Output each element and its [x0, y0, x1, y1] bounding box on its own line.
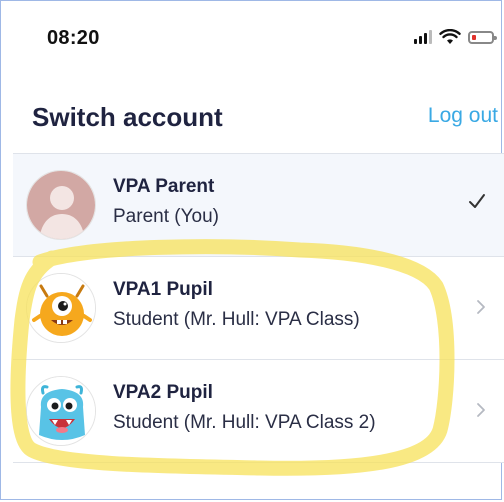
account-row-vpa1-pupil[interactable]: VPA1 Pupil Student (Mr. Hull: VPA Class): [13, 257, 504, 360]
account-list: VPA Parent Parent (You) VPA1 Pupil Stude…: [13, 153, 504, 463]
battery-low-icon: [468, 30, 497, 44]
account-name: VPA Parent: [113, 176, 215, 197]
default-person-avatar: [26, 170, 96, 240]
account-name: VPA1 Pupil: [113, 279, 213, 300]
account-row-vpa2-pupil[interactable]: VPA2 Pupil Student (Mr. Hull: VPA Class …: [13, 360, 504, 463]
checkmark-icon: [469, 194, 485, 208]
header: Switch account Log out: [0, 90, 504, 152]
account-role: Student (Mr. Hull: VPA Class 2): [113, 412, 376, 433]
status-time: 08:20: [47, 27, 100, 49]
page-title: Switch account: [32, 102, 223, 132]
log-out-button[interactable]: Log out: [428, 104, 498, 128]
orange-one-eyed-monster-avatar: [26, 273, 96, 343]
account-role: Parent (You): [113, 206, 219, 227]
account-name: VPA2 Pupil: [113, 382, 213, 403]
cellular-signal-icon: [414, 30, 432, 44]
chevron-right-icon: [477, 300, 485, 314]
account-row-vpa-parent[interactable]: VPA Parent Parent (You): [13, 154, 504, 257]
status-bar: 08:20: [0, 0, 504, 78]
status-icons: [414, 29, 497, 45]
blue-furry-monster-avatar: [26, 376, 96, 446]
chevron-right-icon: [477, 403, 485, 417]
wifi-icon: [439, 29, 461, 44]
account-role: Student (Mr. Hull: VPA Class): [113, 309, 360, 330]
